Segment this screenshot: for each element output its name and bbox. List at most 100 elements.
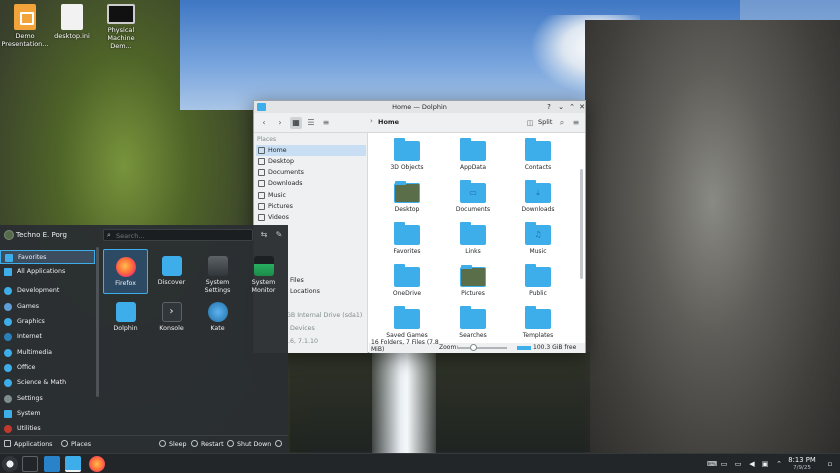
place-home[interactable]: Home: [256, 145, 366, 156]
search-box[interactable]: ⌕: [103, 229, 253, 241]
avatar[interactable]: [4, 230, 14, 240]
compact-view-icon[interactable]: ☰: [305, 117, 317, 129]
place-videos[interactable]: Videos: [256, 212, 366, 223]
category-settings[interactable]: Settings: [0, 392, 95, 406]
app-system-settings[interactable]: System Settings: [195, 249, 240, 294]
pager-icon[interactable]: [22, 456, 38, 472]
file-view-scrollbar[interactable]: [580, 169, 583, 279]
desktop-icon-label: Machine Dem...: [107, 34, 135, 50]
category-games[interactable]: Games: [0, 300, 95, 314]
desktop-icon-label: Demo: [15, 32, 35, 40]
file-name: Contacts: [524, 164, 552, 171]
shutdown-button[interactable]: Shut Down: [227, 440, 271, 448]
show-desktop-icon[interactable]: ▫: [826, 460, 834, 468]
split-button[interactable]: Split: [538, 118, 552, 126]
desktop-icon-physical-machine[interactable]: Physical Machine Dem...: [96, 4, 146, 50]
help-icon[interactable]: ?: [544, 102, 554, 112]
file-item[interactable]: Desktop: [377, 179, 437, 213]
restart-button[interactable]: Restart: [191, 440, 224, 448]
search-input[interactable]: [116, 231, 246, 240]
applications-tab[interactable]: Applications: [4, 440, 52, 448]
app-konsole[interactable]: › Konsole: [149, 295, 194, 340]
volume-icon[interactable]: ◀: [748, 460, 756, 468]
configure-icon[interactable]: ⇆: [259, 230, 269, 240]
place-downloads[interactable]: Downloads: [256, 178, 366, 189]
file-item[interactable]: Contacts: [508, 137, 568, 171]
app-discover[interactable]: Discover: [149, 249, 194, 294]
app-kate[interactable]: Kate: [195, 295, 240, 340]
window-titlebar[interactable]: Home — Dolphin ? ⌄ ⌃ ✕: [254, 101, 585, 113]
place-documents[interactable]: Documents: [256, 167, 366, 178]
app-launcher-button[interactable]: [2, 456, 18, 472]
icons-view-icon[interactable]: ▦: [290, 117, 302, 129]
category-development[interactable]: Development: [0, 284, 95, 298]
category-science-math[interactable]: Science & Math: [0, 376, 95, 390]
category-label: Science & Math: [17, 379, 67, 386]
category-office[interactable]: Office: [0, 361, 95, 375]
keyboard-icon[interactable]: ⌨: [707, 460, 717, 468]
more-options-button[interactable]: [275, 440, 282, 448]
file-item[interactable]: Public: [508, 263, 568, 297]
file-item[interactable]: OneDrive: [377, 263, 437, 297]
category-system[interactable]: System: [0, 407, 95, 421]
category-utilities[interactable]: Utilities: [0, 422, 95, 436]
clock[interactable]: 8:13 PM 7/9/25: [787, 456, 817, 472]
app-label: Kate: [210, 325, 225, 332]
place-label: Locations: [290, 288, 320, 295]
file-item[interactable]: ⤓ Downloads: [508, 179, 568, 213]
file-item[interactable]: Favorites: [377, 221, 437, 255]
file-name: Music: [529, 248, 547, 255]
app-system-monitor[interactable]: System Monitor: [241, 249, 286, 294]
menu-icon[interactable]: ≡: [570, 117, 582, 129]
file-item[interactable]: AppData: [443, 137, 503, 171]
sleep-button[interactable]: Sleep: [159, 440, 187, 448]
network-icon[interactable]: ▣: [761, 460, 769, 468]
search-icon: ⌕: [107, 231, 111, 239]
forward-icon[interactable]: ›: [274, 117, 286, 129]
search-icon[interactable]: ⌕: [556, 117, 568, 129]
file-item[interactable]: Saved Games: [377, 305, 437, 339]
places-tab[interactable]: Places: [61, 440, 91, 448]
details-view-icon[interactable]: ≡: [320, 117, 332, 129]
app-dolphin[interactable]: Dolphin: [103, 295, 148, 340]
maximize-icon[interactable]: ⌃: [567, 102, 577, 112]
zoom-slider[interactable]: [457, 347, 507, 349]
place-desktop[interactable]: Desktop: [256, 156, 366, 167]
back-icon[interactable]: ‹: [258, 117, 270, 129]
file-name: Pictures: [461, 290, 485, 297]
category-all-applications[interactable]: All Applications: [0, 265, 95, 279]
category-internet[interactable]: Internet: [0, 330, 95, 344]
minimize-icon[interactable]: ⌄: [556, 102, 566, 112]
close-icon[interactable]: ✕: [577, 102, 587, 112]
file-item[interactable]: Pictures: [443, 263, 503, 297]
sleep-label: Sleep: [169, 441, 187, 448]
tray-expand-icon[interactable]: ⌃: [775, 460, 783, 468]
pin-icon[interactable]: ✎: [274, 230, 284, 240]
zoom-slider-handle[interactable]: [470, 344, 477, 351]
category-favorites[interactable]: Favorites: [0, 250, 95, 264]
clipboard-icon[interactable]: ▭: [720, 460, 728, 468]
desktop-icon-desktop-ini[interactable]: desktop.ini: [47, 4, 97, 40]
place-music[interactable]: Music: [256, 190, 366, 201]
file-item[interactable]: Templates: [508, 305, 568, 339]
file-item[interactable]: Searches: [443, 305, 503, 339]
category-graphics[interactable]: Graphics: [0, 315, 95, 329]
file-item[interactable]: ▭ Documents: [443, 179, 503, 213]
category-scrollbar[interactable]: [96, 247, 99, 397]
desktop-icon-demo-presentation[interactable]: Demo Presentation...: [0, 4, 50, 48]
category-multimedia[interactable]: Multimedia: [0, 346, 95, 360]
file-item[interactable]: 3D Objects: [377, 137, 437, 171]
firefox-taskbar-icon[interactable]: [89, 456, 105, 472]
file-view: 3D Objects AppData Contacts Desktop ▭ Doc…: [369, 133, 585, 343]
music-folder-icon: ♫: [525, 222, 551, 245]
app-firefox[interactable]: Firefox: [103, 249, 148, 294]
breadcrumb[interactable]: Home: [378, 118, 399, 126]
file-item[interactable]: ♫ Music: [508, 221, 568, 255]
discover-taskbar-icon[interactable]: [44, 456, 60, 472]
place-label: Pictures: [268, 203, 293, 210]
place-pictures[interactable]: Pictures: [256, 201, 366, 212]
battery-icon[interactable]: ▭: [734, 460, 742, 468]
dolphin-taskbar-icon[interactable]: [65, 456, 81, 472]
app-label: Firefox: [115, 280, 136, 287]
file-item[interactable]: Links: [443, 221, 503, 255]
